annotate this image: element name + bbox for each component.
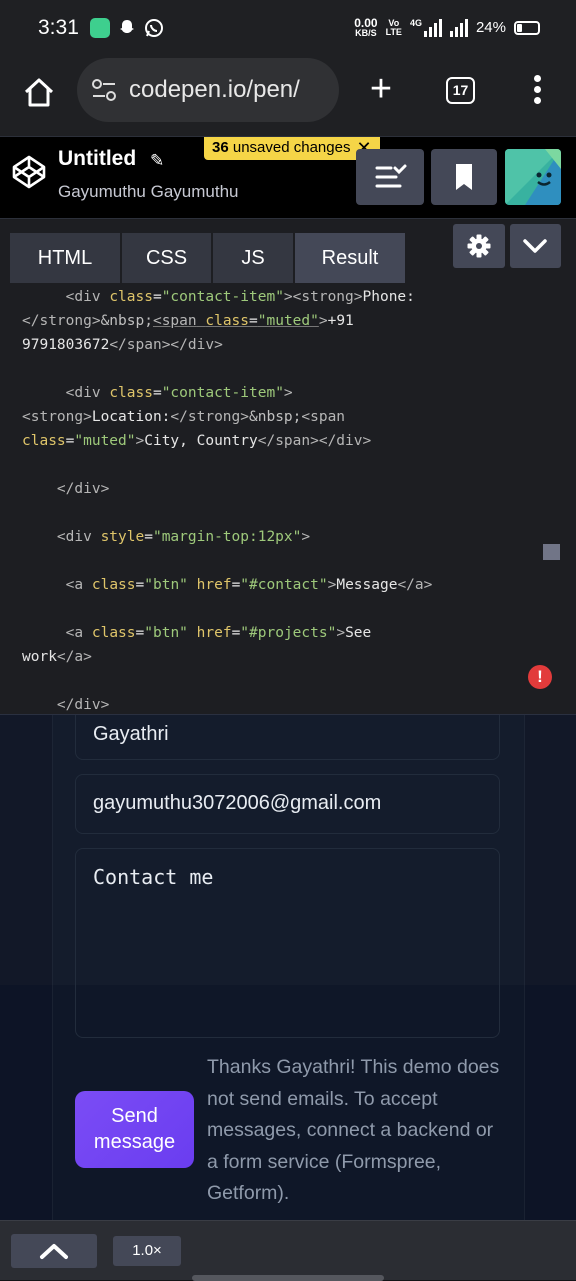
chevron-down-icon <box>523 239 547 253</box>
home-button[interactable] <box>22 76 56 110</box>
name-field[interactable]: Gayathri <box>75 715 500 760</box>
unsaved-changes-badge[interactable]: 36 unsaved changes ✕ <box>204 137 380 160</box>
code-line: <a class="btn" href="#contact">Message</… <box>65 577 433 593</box>
new-tab-button[interactable]: + <box>366 70 396 108</box>
notification-icons <box>90 18 164 38</box>
browser-toolbar: codepen.io/pen/ + 17 <box>0 58 576 136</box>
code-line: <a class="btn" href="#projects">See <box>65 625 372 641</box>
collapse-button[interactable] <box>510 224 561 268</box>
code-editor-panel: HTML CSS JS Result <div class="contact-i… <box>0 218 576 714</box>
snapchat-icon <box>117 18 137 38</box>
browser-menu-button[interactable] <box>532 75 542 105</box>
code-line: <div class="contact-item"> <box>65 385 293 401</box>
zoom-button[interactable]: 1.0× <box>113 1236 181 1266</box>
gear-icon <box>467 234 491 258</box>
code-line: <strong>Location:</strong>&nbsp;<span <box>22 409 346 425</box>
whatsapp-icon <box>144 18 164 38</box>
tab-css[interactable]: CSS <box>122 233 211 283</box>
email-field[interactable]: gayumuthu3072006@gmail.com <box>75 774 500 834</box>
code-line: <div class="contact-item"><strong>Phone: <box>65 289 415 305</box>
codepen-logo-icon[interactable] <box>11 154 47 190</box>
scrollbar-thumb[interactable] <box>543 544 560 560</box>
code-line: </div> <box>56 481 110 497</box>
status-right: 0.00 KB/S Vo LTE 4G 24% <box>354 17 540 38</box>
demo-note: Thanks Gayathri! This demo does not send… <box>207 1056 500 1204</box>
code-content[interactable]: <div class="contact-item"><strong>Phone:… <box>22 285 562 714</box>
battery-percent: 24% <box>475 19 506 36</box>
code-line: class="muted">City, Country</span></div> <box>22 433 372 449</box>
tab-result[interactable]: Result <box>295 233 405 283</box>
address-bar[interactable]: codepen.io/pen/ <box>77 58 339 122</box>
edit-title-icon[interactable]: ✎ <box>150 151 164 171</box>
net-speed: 0.00 KB/S <box>354 16 378 38</box>
site-settings-icon[interactable] <box>91 78 117 102</box>
pen-author[interactable]: Gayumuthu Gayumuthu <box>58 182 238 202</box>
change-view-button[interactable] <box>356 149 424 205</box>
code-line: <div style="margin-top:12px"> <box>56 529 311 545</box>
signal-icon <box>449 18 468 37</box>
codepen-header: Untitled ✎ Gayumuthu Gayumuthu 36 unsave… <box>0 136 576 218</box>
url-text: codepen.io/pen/ <box>129 76 300 103</box>
pen-title[interactable]: Untitled <box>58 147 136 171</box>
status-bar: 3:31 0.00 KB/S Vo LTE 4G 24% <box>0 0 576 58</box>
gesture-home-indicator[interactable] <box>192 1275 384 1281</box>
avatar[interactable] <box>505 149 561 205</box>
error-badge-icon[interactable]: ! <box>528 665 552 689</box>
volte-indicator: Vo LTE <box>385 17 402 37</box>
code-line: 9791803672</span></div> <box>22 337 223 353</box>
tab-switcher-button[interactable]: 17 <box>446 77 475 104</box>
home-icon <box>24 78 54 107</box>
code-line: </strong>&nbsp;<span class="muted">+91 <box>22 313 354 329</box>
layout-icon <box>375 164 407 188</box>
bottom-bar: 1.0× <box>0 1220 576 1281</box>
app-notification-icon <box>90 18 110 38</box>
expand-console-button[interactable] <box>11 1234 97 1268</box>
tab-html[interactable]: HTML <box>10 233 120 283</box>
code-line: </div> <box>56 697 110 713</box>
bookmark-icon <box>456 164 472 190</box>
chevron-up-icon <box>40 1244 68 1259</box>
editor-tabs: HTML CSS JS Result <box>10 233 405 283</box>
tab-js[interactable]: JS <box>213 233 293 283</box>
battery-icon <box>514 20 540 35</box>
code-line: work</a> <box>22 649 92 665</box>
message-textarea[interactable]: Contact me <box>75 848 500 1038</box>
status-time: 3:31 <box>38 16 79 39</box>
bookmark-button[interactable] <box>431 149 497 205</box>
send-message-button[interactable]: Send message <box>75 1091 194 1168</box>
avatar-image <box>505 149 561 205</box>
signal-4g-icon: 4G <box>410 18 442 37</box>
settings-button[interactable] <box>453 224 505 268</box>
result-preview: Gayathri gayumuthu3072006@gmail.com Cont… <box>0 714 576 1220</box>
